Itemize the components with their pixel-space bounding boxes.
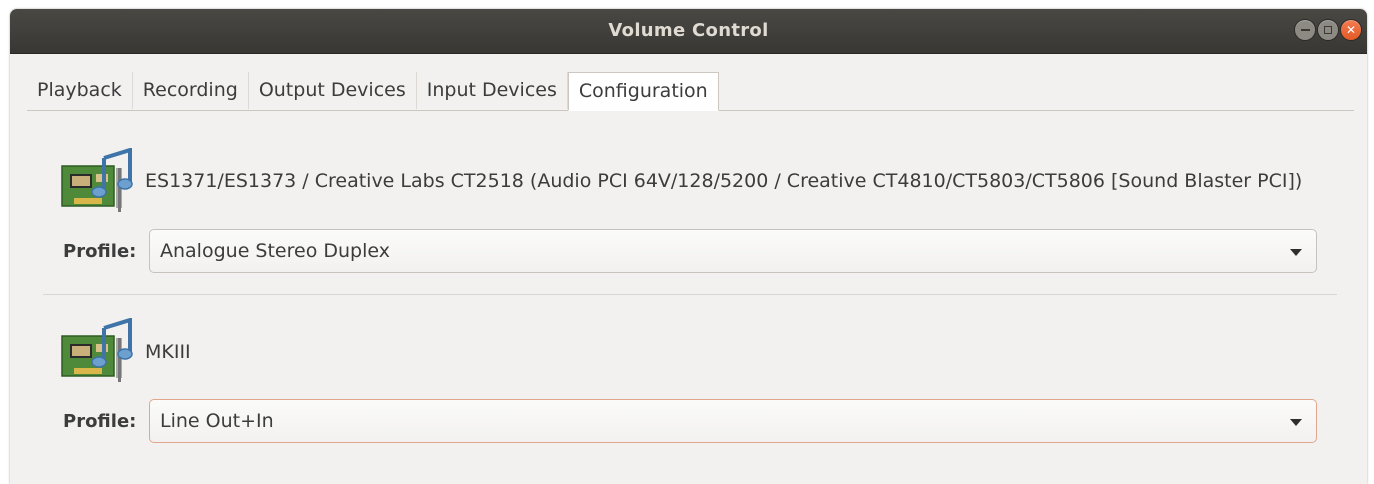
window-title: Volume Control [608, 20, 769, 41]
volume-control-window: Volume Control ✕ Playback Recording Outp… [10, 9, 1367, 484]
profile-value: Line Out+In [160, 410, 274, 432]
dropdown-arrow-icon [1290, 249, 1302, 256]
close-icon: ✕ [1345, 23, 1357, 37]
sound-card-name: MKIII [145, 341, 191, 363]
profile-combobox[interactable]: Analogue Stereo Duplex [149, 229, 1317, 273]
tab-output-devices[interactable]: Output Devices [249, 72, 417, 109]
minimize-button[interactable] [1295, 20, 1315, 40]
close-button[interactable]: ✕ [1341, 20, 1361, 40]
profile-combobox[interactable]: Line Out+In [149, 399, 1317, 443]
titlebar[interactable]: Volume Control ✕ [10, 9, 1367, 54]
window-controls: ✕ [1295, 20, 1361, 40]
tab-input-devices[interactable]: Input Devices [417, 72, 568, 109]
maximize-button[interactable] [1318, 20, 1338, 40]
separator [43, 294, 1337, 295]
dropdown-arrow-icon [1290, 419, 1302, 426]
profile-label: Profile: [63, 411, 137, 432]
sound-card-icon [61, 318, 133, 382]
tab-bar: Playback Recording Output Devices Input … [27, 72, 1354, 111]
maximize-icon [1324, 26, 1332, 34]
profile-value: Analogue Stereo Duplex [160, 240, 390, 262]
sound-card-icon [61, 148, 133, 212]
profile-label: Profile: [63, 241, 137, 262]
minimize-icon [1300, 29, 1310, 31]
tab-configuration[interactable]: Configuration [567, 72, 719, 111]
tab-recording[interactable]: Recording [133, 72, 249, 109]
sound-card-name: ES1371/ES1373 / Creative Labs CT2518 (Au… [145, 170, 1303, 192]
tab-playback[interactable]: Playback [27, 72, 133, 109]
